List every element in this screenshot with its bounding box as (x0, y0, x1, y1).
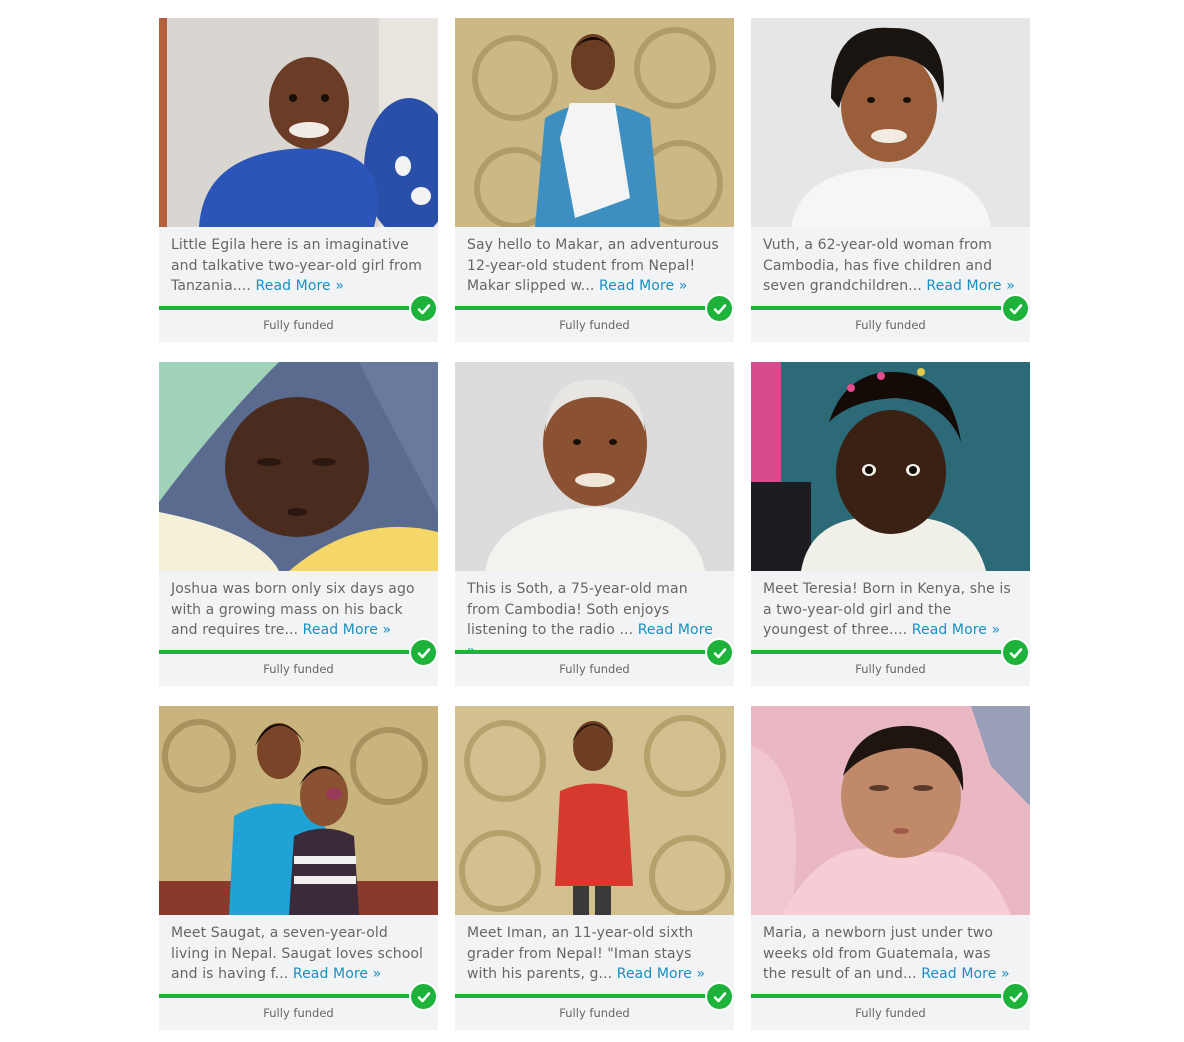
read-more-link[interactable]: Read More » (256, 278, 344, 294)
patient-photo-image (455, 362, 734, 571)
funding-status: Fully funded (559, 1006, 630, 1020)
funding-status: Fully funded (855, 318, 926, 332)
card-description: Meet Teresia! Born in Kenya, she is a tw… (751, 571, 1030, 649)
patient-card-egila[interactable]: Little Egila here is an imaginative and … (159, 18, 438, 342)
funding-status: Fully funded (855, 1006, 926, 1020)
card-description: Say hello to Makar, an adventurous 12-ye… (455, 227, 734, 305)
card-description: Joshua was born only six days ago with a… (159, 571, 438, 649)
patient-photo-image (159, 362, 438, 571)
patient-photo[interactable] (159, 18, 438, 227)
read-more-link[interactable]: Read More » (912, 622, 1000, 638)
funding-progress-bar (751, 650, 1030, 654)
patient-card-joshua[interactable]: Joshua was born only six days ago with a… (159, 362, 438, 686)
read-more-link[interactable]: Read More » (599, 278, 687, 294)
patient-photo[interactable] (455, 18, 734, 227)
card-description: This is Soth, a 75-year-old man from Cam… (455, 571, 734, 659)
funding-progress-bar (751, 994, 1030, 998)
patient-photo[interactable] (455, 362, 734, 571)
card-description: Meet Saugat, a seven-year-old living in … (159, 915, 438, 993)
funding-progress-bar (159, 306, 438, 310)
patient-card-iman[interactable]: Meet Iman, an 11-year-old sixth grader f… (455, 706, 734, 1030)
read-more-link[interactable]: Read More » (293, 966, 381, 982)
patient-photo-image (751, 362, 1030, 571)
funding-progress-bar (455, 994, 734, 998)
patient-photo[interactable] (751, 706, 1030, 915)
card-description: Meet Iman, an 11-year-old sixth grader f… (455, 915, 734, 993)
funding-status: Fully funded (559, 318, 630, 332)
read-more-link[interactable]: Read More » (926, 278, 1014, 294)
patient-photo-image (455, 706, 734, 915)
patient-card-maria[interactable]: Maria, a newborn just under two weeks ol… (751, 706, 1030, 1030)
patient-photo-image (455, 18, 734, 227)
read-more-link[interactable]: Read More » (303, 622, 391, 638)
patient-photo-image (751, 706, 1030, 915)
funding-status: Fully funded (263, 1006, 334, 1020)
funding-status: Fully funded (263, 318, 334, 332)
funding-status: Fully funded (855, 662, 926, 676)
card-description: Maria, a newborn just under two weeks ol… (751, 915, 1030, 993)
patient-photo-image (751, 18, 1030, 227)
patient-photo-image (159, 18, 438, 227)
patient-card-soth[interactable]: This is Soth, a 75-year-old man from Cam… (455, 362, 734, 686)
funding-status: Fully funded (559, 662, 630, 676)
patient-photo-image (159, 706, 438, 915)
card-description: Vuth, a 62-year-old woman from Cambodia,… (751, 227, 1030, 305)
patient-card-vuth[interactable]: Vuth, a 62-year-old woman from Cambodia,… (751, 18, 1030, 342)
read-more-link[interactable]: Read More » (921, 966, 1009, 982)
patient-grid: Little Egila here is an imaginative and … (159, 18, 1030, 1030)
read-more-link[interactable]: Read More » (617, 966, 705, 982)
patient-photo[interactable] (751, 362, 1030, 571)
patient-photo[interactable] (751, 18, 1030, 227)
patient-photo[interactable] (159, 362, 438, 571)
funding-progress-bar (455, 650, 734, 654)
patient-card-teresia[interactable]: Meet Teresia! Born in Kenya, she is a tw… (751, 362, 1030, 686)
funding-status: Fully funded (263, 662, 334, 676)
patient-photo[interactable] (455, 706, 734, 915)
funding-progress-bar (159, 994, 438, 998)
funding-progress-bar (751, 306, 1030, 310)
card-description: Little Egila here is an imaginative and … (159, 227, 438, 305)
funding-progress-bar (455, 306, 734, 310)
funding-progress-bar (159, 650, 438, 654)
patient-card-makar[interactable]: Say hello to Makar, an adventurous 12-ye… (455, 18, 734, 342)
patient-photo[interactable] (159, 706, 438, 915)
patient-card-saugat[interactable]: Meet Saugat, a seven-year-old living in … (159, 706, 438, 1030)
